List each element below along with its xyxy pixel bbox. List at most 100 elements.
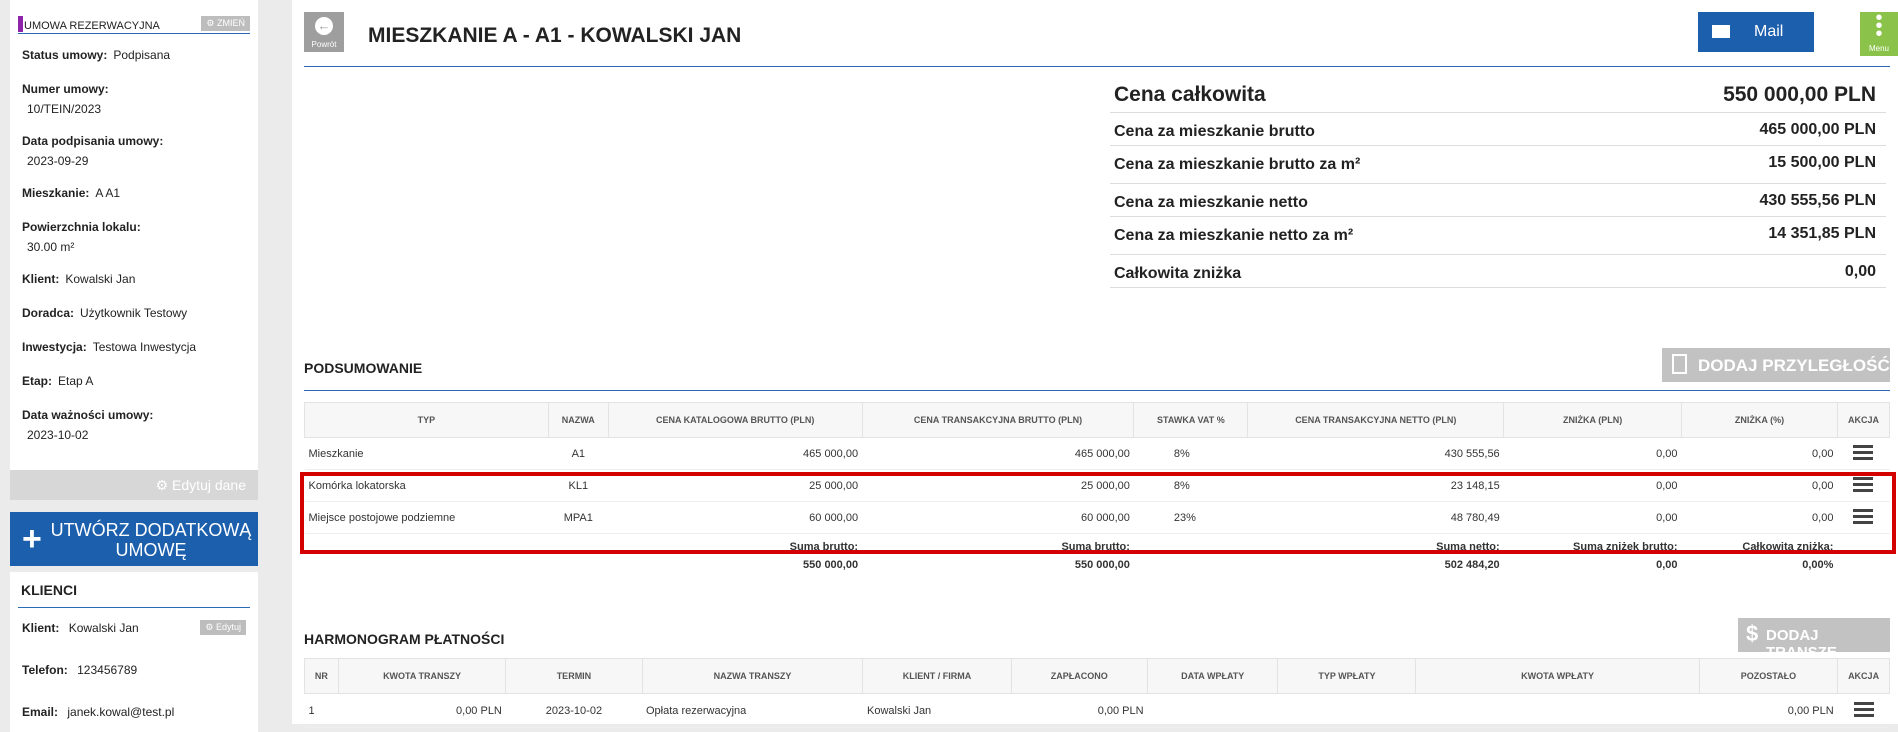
column-header: AKCJA: [1837, 658, 1890, 694]
edit-data-button[interactable]: ⚙ Edytuj dane: [10, 470, 258, 500]
mail-button[interactable]: Mail: [1698, 12, 1814, 52]
field-value: 2023-10-02: [27, 428, 89, 442]
back-label: Powrót: [311, 40, 337, 49]
hamburger-menu-icon[interactable]: [1853, 442, 1874, 463]
price-label: Cena za mieszkanie netto za m²: [1114, 227, 1354, 244]
field-label: Doradca:: [22, 306, 75, 320]
mail-label: Mail: [1754, 23, 1784, 40]
price-value: 430 555,56 PLN: [1759, 192, 1876, 209]
field-label: Mieszkanie:: [22, 186, 90, 200]
row-action[interactable]: [1837, 693, 1890, 728]
header-divider: [304, 66, 1890, 67]
field-label: Inwestycja:: [22, 340, 87, 354]
price-row: Całkowita zniżka 0,00: [1110, 255, 1886, 288]
price-value: 550 000,00 PLN: [1723, 83, 1876, 106]
table-cell: [1415, 693, 1700, 728]
column-header: NR: [304, 658, 339, 694]
column-header: AKCJA: [1836, 402, 1891, 438]
column-header: TYP WPŁATY: [1277, 658, 1417, 694]
field-value: 2023-09-29: [27, 154, 89, 168]
field-value: Etap A: [58, 374, 94, 388]
table-cell: [1277, 693, 1416, 728]
column-header: NAZWA: [547, 402, 609, 438]
table-cell: 2023-10-02: [505, 693, 642, 728]
add-tranche-button[interactable]: $ DODAJ TRANSZĘ: [1738, 618, 1890, 661]
field-label: Data ważności umowy:: [22, 408, 154, 422]
contract-field: Mieszkanie: A A1: [10, 186, 258, 200]
section-divider: [18, 33, 250, 34]
highlight-box: [300, 472, 1896, 554]
field-value: Testowa Inwestycja: [92, 340, 197, 354]
payments-table: NR KWOTA TRANSZY TERMIN NAZWA TRANSZY KLIENT…: [304, 658, 1890, 728]
contract-section-header: UMOWA REZERWACYJNA ⚙ ZMIEŃ: [10, 0, 258, 34]
field-value: 30.00 m²: [27, 240, 75, 254]
price-value: 0,00: [1844, 263, 1876, 280]
column-header: CENA TRANSAKCYJNA NETTO (PLN): [1247, 402, 1505, 438]
field-label: Status umowy:: [22, 48, 108, 62]
column-header: CENA KATALOGOWA BRUTTO (PLN): [607, 402, 863, 438]
dollar-icon: $: [1746, 621, 1759, 646]
client-value: Kowalski Jan: [68, 621, 139, 635]
column-header: TYP: [304, 402, 549, 438]
field-value: A A1: [95, 186, 121, 200]
envelope-icon: [1712, 25, 1730, 38]
clients-card: KLIENCI Klient: Kowalski Jan ⚙ Edytuj Te…: [10, 572, 258, 732]
contract-field: Numer umowy: 10/TEIN/2023: [10, 82, 258, 116]
table-cell: 0,00 PLN: [1699, 693, 1838, 728]
summary-header-row: TYP NAZWA CENA KATALOGOWA BRUTTO (PLN) CENA…: [304, 402, 1891, 438]
page-header: ← Powrót MIESZKANIE A - A1 - KOWALSKI JA…: [304, 8, 1898, 64]
email-value[interactable]: janek.kowal@test.pl: [67, 705, 174, 719]
contract-sidebar: UMOWA REZERWACYJNA ⚙ ZMIEŃ Status umowy:…: [0, 0, 268, 732]
price-label: Cena za mieszkanie netto: [1114, 194, 1308, 211]
create-additional-contract-button[interactable]: + UTWÓRZ DODATKOWĄ UMOWĘ: [10, 512, 258, 566]
price-label: Cena za mieszkanie brutto: [1114, 123, 1315, 140]
table-cell: 0,00 PLN: [338, 693, 506, 728]
contract-field: Powierzchnia lokalu: 30.00 m²: [10, 220, 258, 254]
phone-value: 123456789: [77, 663, 138, 677]
contract-field: Inwestycja: Testowa Inwestycja: [10, 340, 258, 354]
add-adjacency-button[interactable]: DODAJ PRZYLEGŁOŚĆ: [1662, 348, 1890, 382]
menu-label: Menu: [1868, 44, 1889, 53]
table-row: Mieszkanie A1 465 000,00 465 000,00 8% 430 55…: [304, 437, 1890, 470]
column-header: DATA WPŁATY: [1147, 658, 1279, 694]
payments-body: 1 0,00 PLN 2023-10-02 Opłata rezerwacyjna Ko…: [304, 693, 1890, 728]
field-value: Podpisana: [113, 48, 171, 62]
table-cell: Opłata rezerwacyjna: [642, 693, 863, 728]
row-action[interactable]: [1837, 437, 1890, 470]
email-field: Email: janek.kowal@test.pl: [22, 705, 175, 719]
column-header: POZOSTAŁO: [1698, 658, 1839, 694]
table-cell: A1: [548, 437, 609, 470]
summary-section-title: PODSUMOWANIE: [304, 360, 423, 376]
field-value: Kowalski Jan: [65, 272, 136, 286]
column-header: ZNIŻKA (%): [1681, 402, 1838, 438]
create-button-label: UTWÓRZ DODATKOWĄ UMOWĘ: [50, 520, 252, 560]
table-row: 1 0,00 PLN 2023-10-02 Opłata rezerwacyjna Ko…: [304, 693, 1890, 728]
building-icon: [1672, 354, 1687, 374]
table-cell: Kowalski Jan: [862, 693, 1012, 728]
table-cell: [1147, 693, 1278, 728]
menu-button[interactable]: • • • Menu: [1860, 8, 1898, 56]
edit-client-button[interactable]: ⚙ Edytuj: [200, 620, 246, 635]
back-button[interactable]: ← Powrót: [304, 12, 344, 52]
payments-header-row: NR KWOTA TRANSZY TERMIN NAZWA TRANSZY KLIENT…: [304, 658, 1890, 694]
page-title: MIESZKANIE A - A1 - KOWALSKI JAN: [368, 24, 742, 47]
column-header: CENA TRANSAKCYJNA BRUTTO (PLN): [861, 402, 1135, 438]
price-label: Całkowita zniżka: [1114, 265, 1242, 282]
table-cell: 430 555,56: [1247, 437, 1504, 470]
contract-field: Status umowy: Podpisana: [10, 48, 258, 62]
add-tranche-label: DODAJ TRANSZĘ: [1766, 627, 1837, 661]
column-header: TERMIN: [505, 658, 643, 694]
section-divider: [18, 607, 250, 608]
table-cell: Mieszkanie: [304, 437, 549, 470]
field-label: Data podpisania umowy:: [22, 134, 164, 148]
hamburger-menu-icon[interactable]: [1853, 699, 1874, 720]
price-label: Cena za mieszkanie brutto za m²: [1114, 156, 1361, 173]
price-row: Cena za mieszkanie brutto za m² 15 500,00…: [1110, 146, 1886, 184]
contract-field: Klient: Kowalski Jan: [10, 272, 258, 286]
field-label: Klient:: [22, 272, 60, 286]
field-label: Numer umowy:: [22, 82, 109, 96]
field-label: Etap:: [22, 374, 52, 388]
table-cell: 8%: [1133, 437, 1248, 470]
table-cell: 0,00 PLN: [1011, 693, 1148, 728]
change-contract-button[interactable]: ⚙ ZMIEŃ: [201, 16, 250, 31]
